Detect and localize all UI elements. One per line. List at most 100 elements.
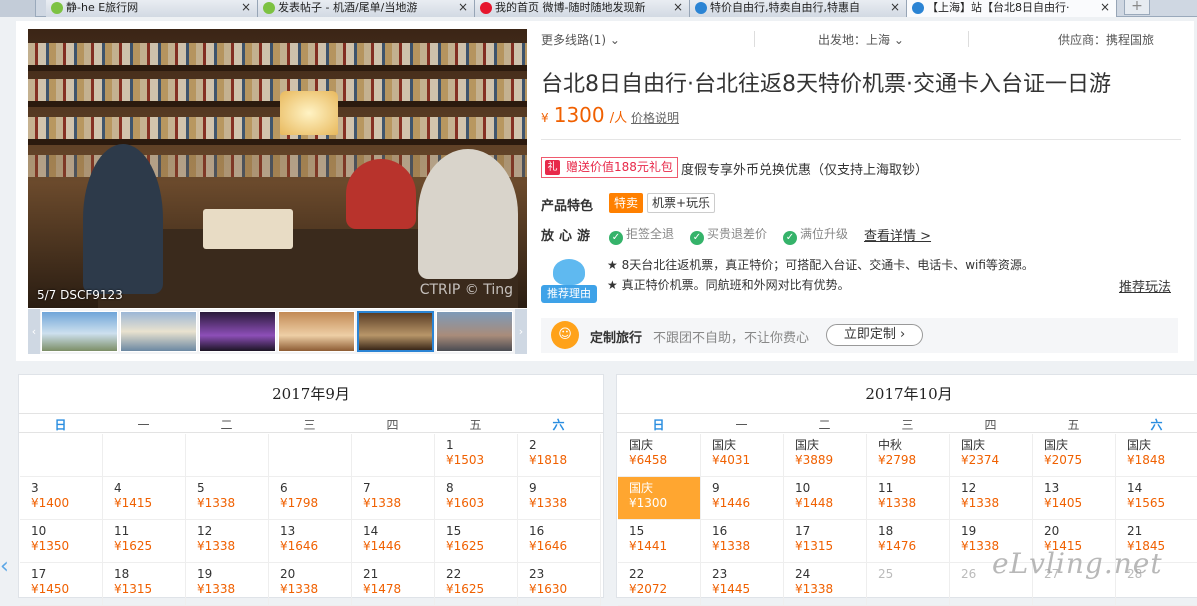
new-tab-button[interactable]: + (1124, 0, 1150, 15)
chevron-down-icon: ⌄ (893, 33, 904, 47)
product-photo[interactable]: 5/7 DSCF9123 CTRIP © Ting (28, 29, 527, 308)
calendar-day[interactable]: 16 ¥1338 (701, 520, 784, 563)
day-label: 13 (1044, 481, 1060, 495)
browser-tab[interactable]: 特价自由行,特卖自由行,特惠自 × (690, 0, 907, 17)
day-label: 国庆 (712, 438, 737, 452)
calendar-day[interactable]: 17 ¥1315 (784, 520, 867, 563)
calendar-day[interactable]: 6 ¥1798 (269, 477, 352, 520)
calendar-day[interactable]: 国庆 ¥2075 (1033, 434, 1116, 477)
view-details-link[interactable]: 查看详情 > (864, 225, 931, 244)
suggested-play-link[interactable]: 推荐玩法 (1119, 276, 1171, 295)
day-label: 18 (878, 524, 894, 538)
calendar-day[interactable]: 13 ¥1405 (1033, 477, 1116, 520)
calendar-day[interactable]: 24 ¥1338 (784, 563, 867, 606)
divider (541, 139, 1181, 140)
day-price: ¥1630 (529, 582, 568, 596)
day-label: 中秋 (878, 438, 903, 452)
calendar-day[interactable]: 15 ¥1625 (435, 520, 518, 563)
day-label: 16 (712, 524, 728, 538)
departure-dropdown[interactable]: 出发地：上海 ⌄ (818, 31, 904, 48)
day-price: ¥1476 (878, 539, 917, 553)
calendar-day[interactable]: 11 ¥1338 (867, 477, 950, 520)
calendar-day[interactable]: 4 ¥1415 (103, 477, 186, 520)
day-price: ¥1300 (629, 496, 668, 510)
close-tab-icon[interactable]: × (241, 0, 251, 15)
calendar-day: 25 (867, 563, 950, 606)
calendar-day[interactable]: 18 ¥1476 (867, 520, 950, 563)
calendar-day[interactable]: 22 ¥2072 (618, 563, 701, 606)
calendar-day[interactable]: 国庆 ¥2374 (950, 434, 1033, 477)
calendar-day[interactable]: 中秋 ¥2798 (867, 434, 950, 477)
gift-badge[interactable]: 礼 赠送价值188元礼包 (541, 157, 678, 178)
day-price: ¥1338 (712, 539, 751, 553)
day-label: 19 (961, 524, 977, 538)
calendar-day[interactable]: 国庆 ¥3889 (784, 434, 867, 477)
close-tab-icon[interactable]: × (1100, 0, 1110, 15)
calendar-day[interactable]: 1 ¥1503 (435, 434, 518, 477)
thumbnail[interactable] (199, 311, 276, 352)
calendar-day[interactable]: 13 ¥1646 (269, 520, 352, 563)
calendar-day[interactable]: 2 ¥1818 (518, 434, 601, 477)
weekday-header: 日一二三四五六 (617, 413, 1197, 433)
calendar-day[interactable]: 17 ¥1450 (20, 563, 103, 606)
calendar-day-selected[interactable]: 国庆 ¥1300 (618, 477, 701, 520)
calendar-day[interactable]: 16 ¥1646 (518, 520, 601, 563)
calendar-month-title: 2017年10月 (865, 385, 953, 403)
calendar-day[interactable]: 7 ¥1338 (352, 477, 435, 520)
window-menu-button[interactable] (0, 0, 36, 17)
thumbnail-selected[interactable] (357, 311, 434, 352)
calendar-day[interactable]: 20 ¥1338 (269, 563, 352, 606)
customize-now-button[interactable]: 立即定制 › (826, 324, 923, 346)
calendar-day[interactable]: 9 ¥1446 (701, 477, 784, 520)
calendar-day[interactable]: 3 ¥1400 (20, 477, 103, 520)
day-price: ¥1448 (795, 496, 834, 510)
price-note-link[interactable]: 价格说明 (631, 109, 679, 126)
calendar-day[interactable]: 21 ¥1478 (352, 563, 435, 606)
calendar-day[interactable]: 9 ¥1338 (518, 477, 601, 520)
calendar-day[interactable]: 11 ¥1625 (103, 520, 186, 563)
thumbnail[interactable] (120, 311, 197, 352)
close-tab-icon[interactable]: × (890, 0, 900, 15)
calendar-day[interactable]: 18 ¥1315 (103, 563, 186, 606)
calendar-day[interactable]: 国庆 ¥4031 (701, 434, 784, 477)
calendar-day[interactable]: 国庆 ¥1848 (1116, 434, 1197, 477)
day-label: 12 (961, 481, 977, 495)
calendar-day[interactable]: 19 ¥1338 (186, 563, 269, 606)
thumbnail[interactable] (278, 311, 355, 352)
calendar-day[interactable]: 14 ¥1446 (352, 520, 435, 563)
calendar-day[interactable]: 15 ¥1441 (618, 520, 701, 563)
calendar-day[interactable]: 12 ¥1338 (950, 477, 1033, 520)
gift-icon: 礼 (545, 160, 560, 175)
calendar-day-empty (352, 434, 435, 477)
browser-tab[interactable]: 我的首页 微博-随时随地发现新 × (475, 0, 690, 17)
calendar-day[interactable]: 国庆 ¥6458 (618, 434, 701, 477)
day-label: 17 (795, 524, 811, 538)
assurance-item: ✓ 满位升级 (783, 225, 848, 245)
browser-tab[interactable]: 发表帖子 - 机酒/尾单/当地游 × (258, 0, 475, 17)
calendar-day[interactable]: 10 ¥1448 (784, 477, 867, 520)
day-price: ¥1625 (114, 539, 153, 553)
calendar-day[interactable]: 8 ¥1603 (435, 477, 518, 520)
thumb-next-arrow[interactable]: › (515, 309, 527, 354)
thumbnail[interactable] (41, 311, 118, 352)
weekday-label: 日 (54, 418, 67, 432)
chevron-left-icon[interactable]: ‹ (0, 554, 14, 580)
close-tab-icon[interactable]: × (673, 0, 683, 15)
browser-tab-active[interactable]: 【上海】站【台北8日自由行· × (907, 0, 1117, 17)
calendar-day[interactable]: 5 ¥1338 (186, 477, 269, 520)
thumbnail[interactable] (436, 311, 513, 352)
more-routes-dropdown[interactable]: 更多线路(1) ⌄ (541, 31, 620, 48)
bookshelf-board (28, 101, 527, 107)
browser-tab[interactable]: 静-he E旅行网 × (46, 0, 258, 17)
calendar-day[interactable]: 22 ¥1625 (435, 563, 518, 606)
calendar-day[interactable]: 12 ¥1338 (186, 520, 269, 563)
features-label: 产品特色 (541, 199, 594, 214)
calendar-day[interactable]: 23 ¥1445 (701, 563, 784, 606)
thumbnail-strip: ‹ › (28, 309, 527, 354)
calendar-day[interactable]: 10 ¥1350 (20, 520, 103, 563)
calendar-day[interactable]: 14 ¥1565 (1116, 477, 1197, 520)
close-tab-icon[interactable]: × (458, 0, 468, 15)
calendar-day[interactable]: 23 ¥1630 (518, 563, 601, 606)
assurance-item: ✓ 拒签全退 (609, 225, 674, 245)
thumb-prev-arrow[interactable]: ‹ (28, 309, 40, 354)
